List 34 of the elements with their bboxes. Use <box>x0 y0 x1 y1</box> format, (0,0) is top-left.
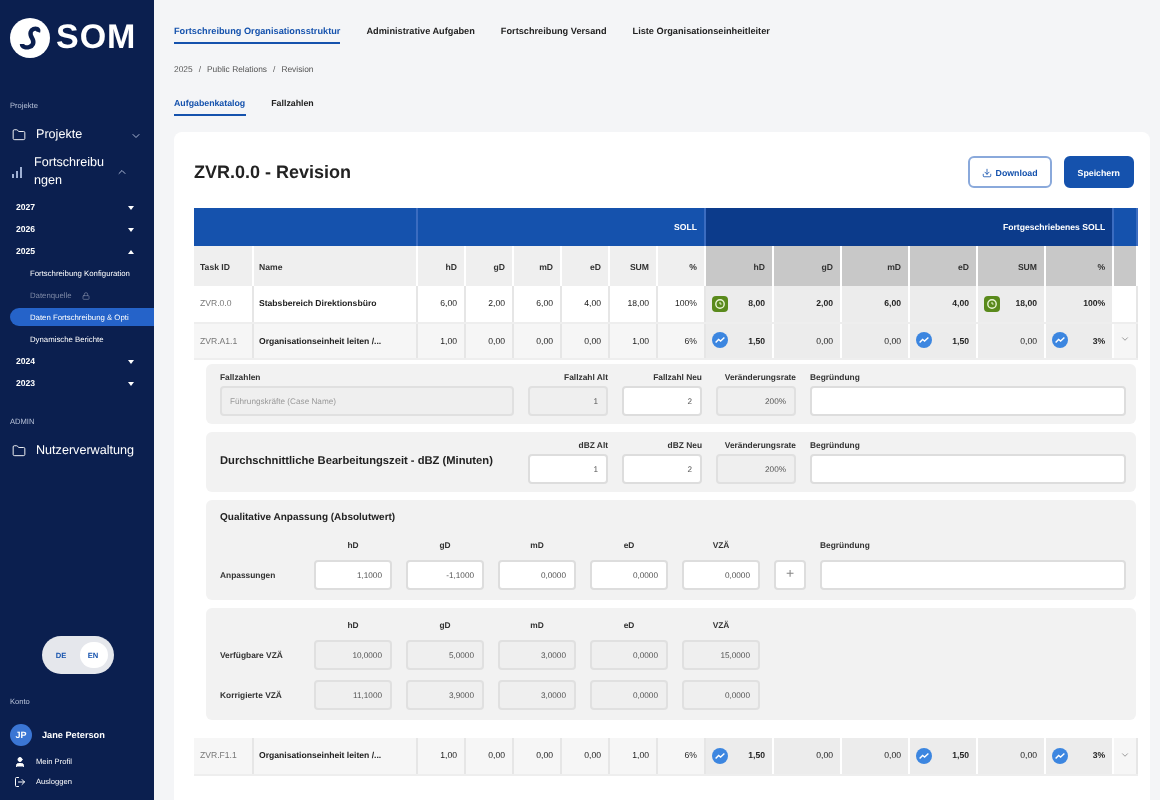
input-field[interactable] <box>810 385 1127 415</box>
status-icon <box>711 295 727 312</box>
trend-up-icon <box>1051 332 1067 348</box>
header-band <box>1112 208 1137 246</box>
download-icon <box>981 167 992 177</box>
status-icon <box>983 295 999 312</box>
chevron-up-icon <box>116 166 128 179</box>
chevron-down-icon <box>1119 749 1130 760</box>
trend-up-icon <box>1051 747 1067 764</box>
page-title: ZVR.0.0 - Revision <box>194 162 354 182</box>
folder-icon <box>12 128 26 142</box>
input-field[interactable] <box>820 559 1127 589</box>
expand-toggle[interactable] <box>1112 738 1137 774</box>
trend-up-icon <box>915 747 931 764</box>
caret-down-icon <box>128 227 134 232</box>
caret-down-icon <box>128 381 134 386</box>
logo-text: SOM <box>56 18 137 58</box>
table-cell <box>1112 286 1137 322</box>
input-field[interactable] <box>810 453 1127 483</box>
caret-down-icon <box>128 359 134 364</box>
column-header <box>1112 246 1137 286</box>
caret-down-icon <box>128 205 134 210</box>
logout-icon <box>14 776 26 788</box>
trend-up-icon <box>915 332 931 348</box>
logo-icon <box>10 18 50 58</box>
chevron-down-icon <box>1119 334 1130 344</box>
user-icon <box>14 756 26 768</box>
folder-icon <box>12 444 26 459</box>
bar-chart-icon <box>12 166 24 179</box>
trend-up-icon <box>711 747 727 764</box>
lock-icon <box>81 291 90 300</box>
caret-up-icon <box>128 249 134 254</box>
chevron-down-icon <box>130 129 142 141</box>
trend-up-icon <box>711 332 727 348</box>
